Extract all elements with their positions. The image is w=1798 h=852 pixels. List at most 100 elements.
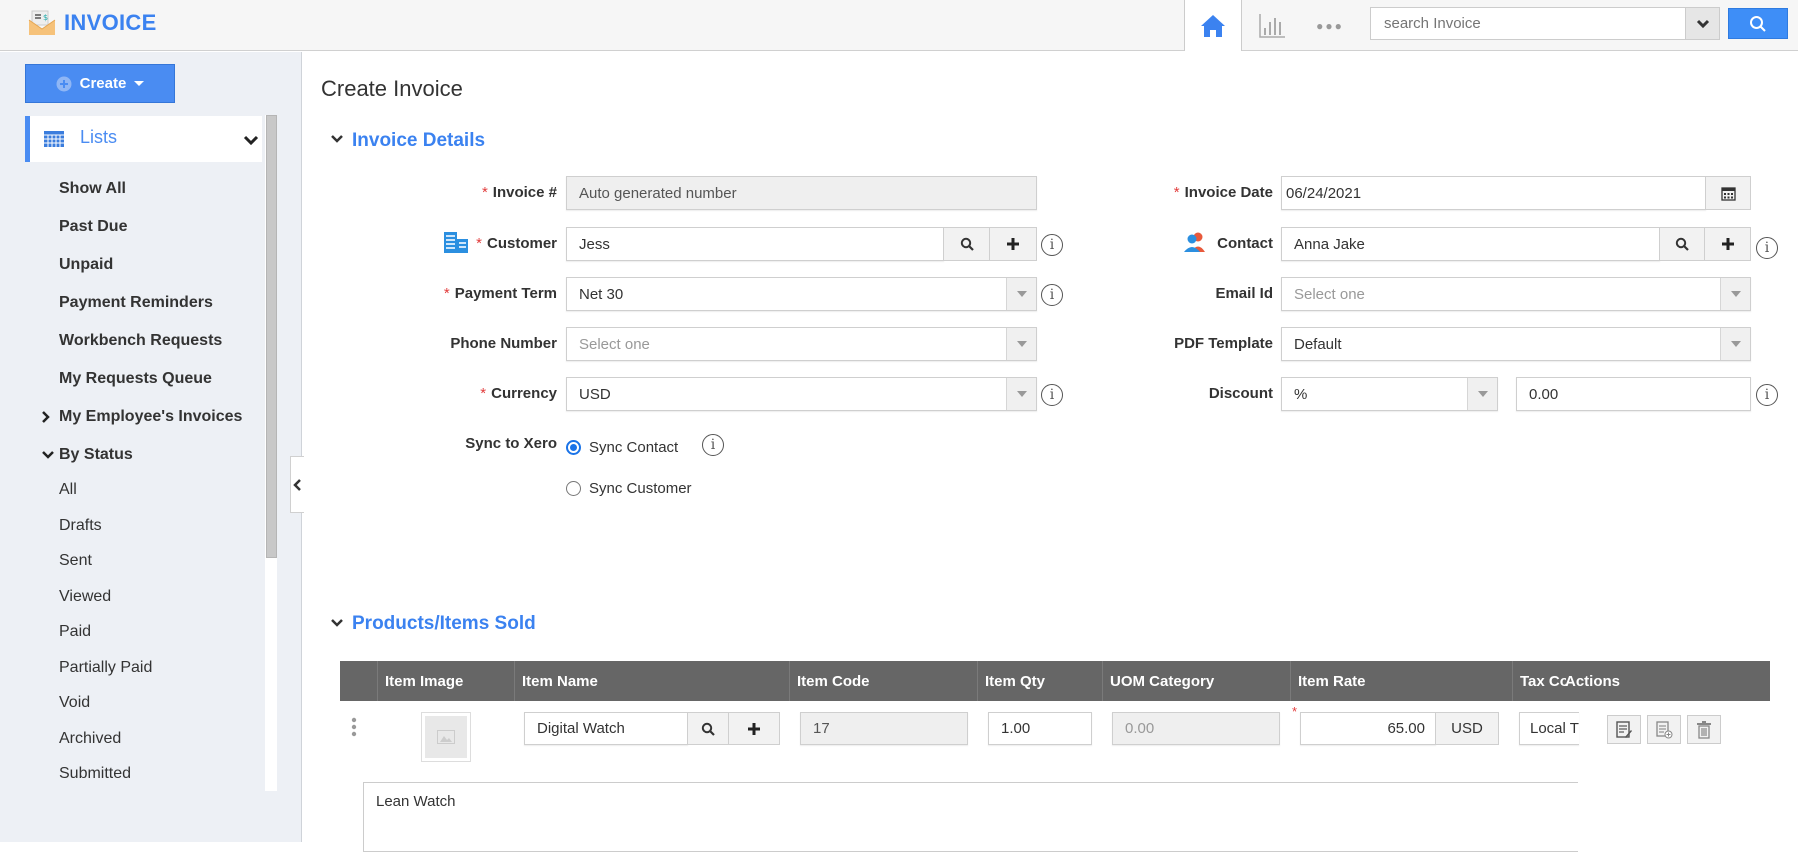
- column-header-item-code[interactable]: Item Code: [789, 661, 977, 701]
- search-icon: [1675, 237, 1689, 251]
- column-header-actions: Actions: [1565, 672, 1621, 690]
- search-icon: [960, 237, 974, 251]
- column-header-tax-code[interactable]: Tax Co: [1512, 661, 1566, 701]
- app-header: $ INVOICE ●●●: [0, 0, 1798, 51]
- more-tab[interactable]: ●●●: [1301, 0, 1359, 51]
- search-box: [1370, 7, 1686, 40]
- drag-handle-icon[interactable]: [351, 717, 357, 737]
- sidebar-item-by-status[interactable]: By Status: [59, 446, 133, 464]
- section-title-invoice-details[interactable]: Invoice Details: [352, 130, 485, 152]
- discount-info-icon[interactable]: i: [1756, 384, 1778, 406]
- phone-number-select[interactable]: Select one: [566, 327, 1037, 361]
- calendar-grid-icon: [44, 131, 64, 147]
- sync-customer-label[interactable]: Sync Customer: [589, 480, 692, 497]
- sidebar-item-my-requests-queue[interactable]: My Requests Queue: [59, 370, 212, 388]
- sync-contact-radio[interactable]: [566, 440, 581, 455]
- search-input[interactable]: [1371, 8, 1686, 39]
- lists-header[interactable]: Lists: [25, 116, 262, 162]
- bar-chart-icon: [1259, 13, 1285, 38]
- date-picker-button[interactable]: [1705, 176, 1751, 210]
- status-item-viewed[interactable]: Viewed: [59, 588, 111, 606]
- status-item-drafts[interactable]: Drafts: [59, 517, 102, 535]
- column-header-item-image[interactable]: Item Image: [377, 661, 515, 701]
- lists-label: Lists: [80, 127, 118, 147]
- customer-field[interactable]: Jess: [566, 227, 944, 261]
- column-header-item-name[interactable]: Item Name: [514, 661, 790, 701]
- section-title-products[interactable]: Products/Items Sold: [352, 613, 536, 635]
- status-item-submitted[interactable]: Submitted: [59, 765, 131, 783]
- discount-type-select[interactable]: %: [1281, 377, 1498, 411]
- item-code-field[interactable]: 17: [800, 712, 968, 745]
- customer-info-icon[interactable]: i: [1041, 234, 1063, 256]
- search-dropdown-button[interactable]: [1686, 7, 1720, 40]
- uom-category-field[interactable]: 0.00: [1112, 712, 1280, 745]
- search-icon: [1750, 15, 1766, 32]
- sync-contact-label[interactable]: Sync Contact: [589, 439, 678, 456]
- status-item-all[interactable]: All: [59, 481, 77, 499]
- chevron-down-icon: [243, 135, 259, 146]
- currency-info-icon[interactable]: i: [1041, 384, 1063, 406]
- app-title: INVOICE: [64, 10, 157, 35]
- payment-term-info-icon[interactable]: i: [1041, 284, 1063, 306]
- contact-add-button[interactable]: [1704, 227, 1751, 261]
- chevron-down-icon[interactable]: [330, 618, 344, 628]
- create-button[interactable]: Create: [25, 64, 175, 103]
- status-item-archived[interactable]: Archived: [59, 730, 121, 748]
- item-search-button[interactable]: [687, 712, 729, 745]
- discount-amount-field[interactable]: 0.00: [1516, 377, 1751, 411]
- invoice-number-field[interactable]: Auto generated number: [566, 176, 1037, 210]
- sidebar-item-my-employees-invoices[interactable]: My Employee's Invoices: [59, 408, 242, 426]
- customer-search-button[interactable]: [943, 227, 990, 261]
- delete-item-button[interactable]: [1687, 715, 1721, 744]
- envelope-invoice-icon: $: [28, 10, 56, 36]
- item-name-field[interactable]: Digital Watch: [524, 712, 688, 745]
- sidebar-item-workbench-requests[interactable]: Workbench Requests: [59, 332, 222, 350]
- item-rate-field[interactable]: 65.00: [1300, 712, 1436, 745]
- contact-info-icon[interactable]: i: [1756, 237, 1778, 259]
- products-grid-header: Item Image Item Name Item Code Item Qty …: [340, 661, 1770, 701]
- item-rate-currency: USD: [1435, 712, 1499, 745]
- sync-customer-radio[interactable]: [566, 481, 581, 496]
- item-qty-field[interactable]: 1.00: [988, 712, 1092, 745]
- sidebar-collapse-button[interactable]: [290, 456, 304, 513]
- dropdown-caret-icon: [1006, 378, 1036, 410]
- dropdown-caret-icon: [1006, 278, 1036, 310]
- sync-to-xero-info-icon[interactable]: i: [702, 434, 724, 456]
- add-note-icon: [1656, 720, 1673, 738]
- chevron-right-icon[interactable]: [41, 410, 51, 424]
- sidebar-item-past-due[interactable]: Past Due: [59, 218, 127, 236]
- page-title: Create Invoice: [321, 76, 463, 101]
- item-add-button[interactable]: [728, 712, 780, 745]
- sidebar-item-payment-reminders[interactable]: Payment Reminders: [59, 294, 213, 312]
- pdf-template-select[interactable]: Default: [1281, 327, 1751, 361]
- status-item-sent[interactable]: Sent: [59, 552, 92, 570]
- chevron-down-icon[interactable]: [330, 134, 344, 144]
- add-note-button[interactable]: [1647, 715, 1681, 744]
- sidebar-item-show-all[interactable]: Show All: [59, 180, 126, 198]
- column-header-item-rate[interactable]: Item Rate: [1290, 661, 1512, 701]
- item-image-thumbnail[interactable]: [421, 712, 471, 762]
- email-id-select[interactable]: Select one: [1281, 277, 1751, 311]
- dropdown-caret-icon: [1006, 328, 1036, 360]
- edit-item-button[interactable]: [1607, 715, 1641, 744]
- status-item-void[interactable]: Void: [59, 694, 90, 712]
- column-header-item-qty[interactable]: Item Qty: [977, 661, 1102, 701]
- tax-code-select[interactable]: Local T: [1519, 712, 1579, 745]
- status-item-paid[interactable]: Paid: [59, 623, 91, 641]
- sidebar-item-unpaid[interactable]: Unpaid: [59, 256, 113, 274]
- contact-field[interactable]: Anna Jake: [1281, 227, 1660, 261]
- status-item-partially-paid[interactable]: Partially Paid: [59, 659, 152, 677]
- column-header-uom-category[interactable]: UOM Category: [1102, 661, 1290, 701]
- home-tab[interactable]: [1184, 0, 1242, 51]
- payment-term-select[interactable]: Net 30: [566, 277, 1037, 311]
- currency-select[interactable]: USD: [566, 377, 1037, 411]
- chevron-down-icon[interactable]: [41, 450, 55, 460]
- required-marker: *: [1292, 704, 1298, 719]
- customer-add-button[interactable]: [989, 227, 1037, 261]
- search-button[interactable]: [1728, 8, 1788, 39]
- reports-tab[interactable]: [1243, 0, 1301, 51]
- contact-search-button[interactable]: [1659, 227, 1705, 261]
- sidebar-scrollbar-thumb[interactable]: [266, 115, 277, 558]
- invoice-date-field[interactable]: 06/24/2021: [1281, 176, 1706, 210]
- edit-note-icon: [1616, 720, 1632, 738]
